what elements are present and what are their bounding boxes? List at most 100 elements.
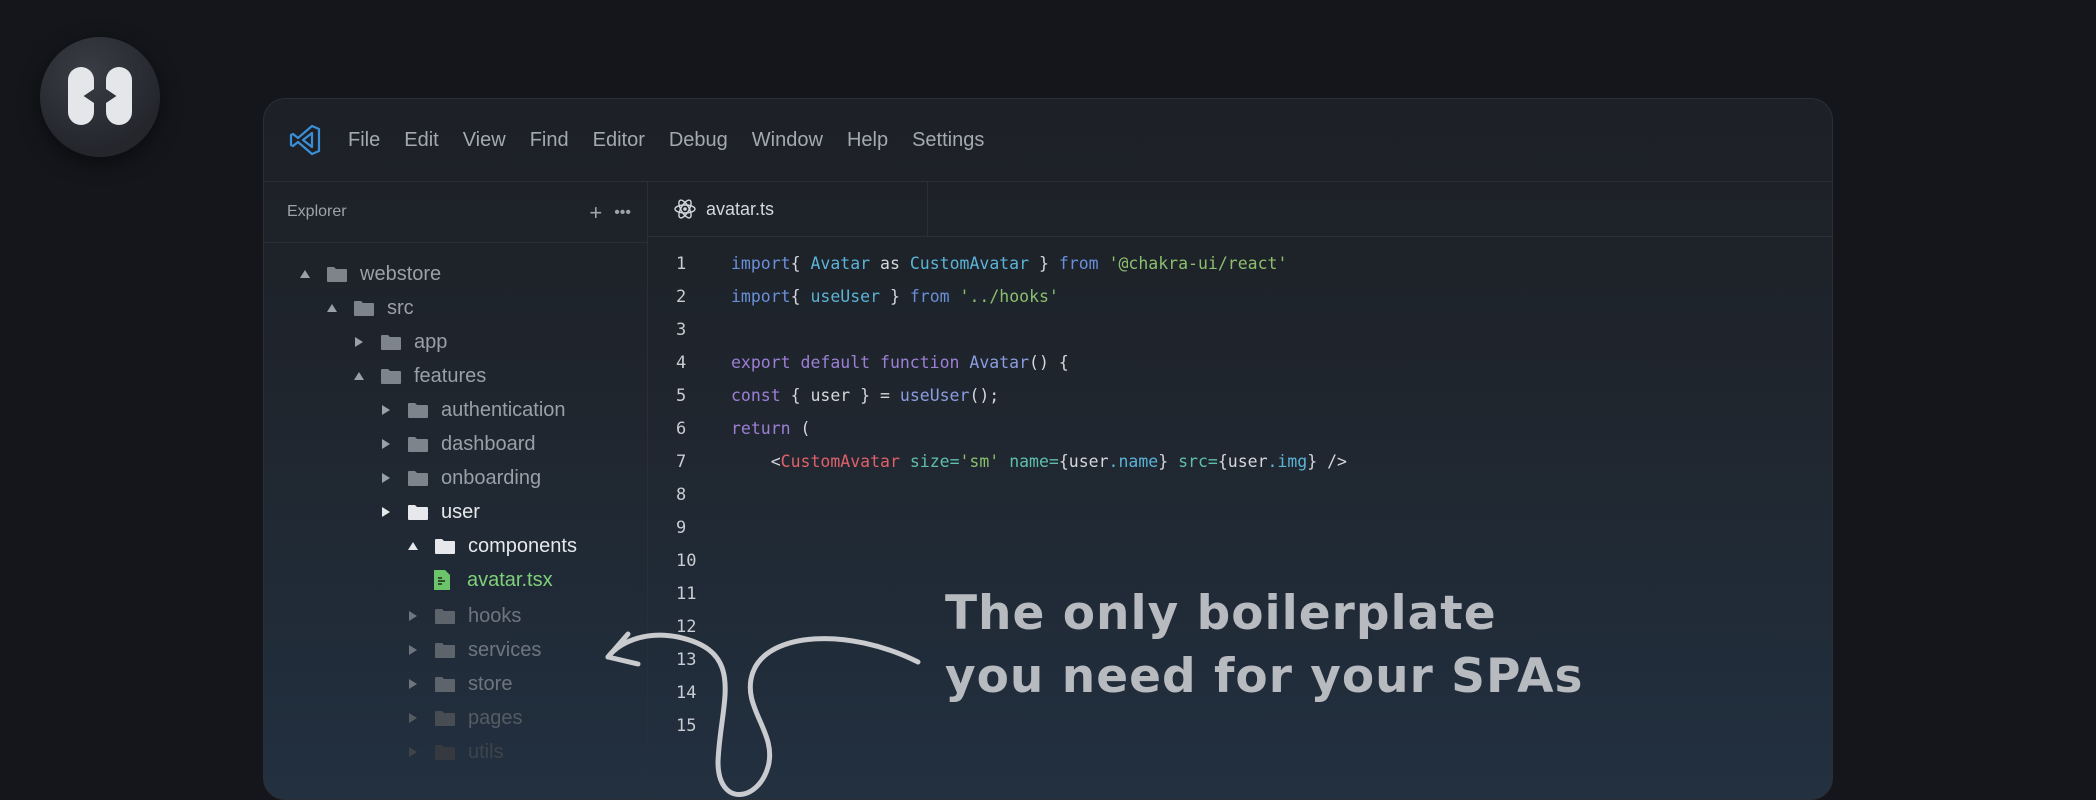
- tree-folder[interactable]: app: [352, 327, 447, 357]
- code-token: {: [790, 287, 811, 306]
- tree-item-label: utils: [468, 740, 504, 763]
- line-number: 9: [676, 518, 687, 538]
- code-token: .img: [1267, 452, 1308, 471]
- code-token: import: [731, 254, 791, 273]
- tree-folder[interactable]: store: [406, 669, 512, 699]
- code-token: }: [1158, 452, 1179, 471]
- collapsed-arrow-icon[interactable]: [406, 677, 420, 691]
- code-token: size=: [909, 452, 960, 471]
- tree-folder[interactable]: utils: [406, 737, 504, 767]
- logo-left-shape: [68, 67, 94, 125]
- tab-bar: avatar.ts: [648, 182, 1832, 237]
- code-token: useUser: [810, 287, 881, 306]
- folder-icon: [408, 470, 428, 486]
- menu-file[interactable]: File: [348, 129, 380, 152]
- tree-item-label: dashboard: [441, 432, 536, 455]
- code-line: export default function Avatar() {: [731, 353, 1069, 372]
- menu-window[interactable]: Window: [752, 129, 823, 152]
- menu-find[interactable]: Find: [530, 129, 569, 152]
- code-token: }: [880, 287, 910, 306]
- tab-avatar[interactable]: avatar.ts: [648, 182, 928, 236]
- tree-folder[interactable]: pages: [406, 703, 523, 733]
- collapsed-arrow-icon[interactable]: [406, 643, 420, 657]
- folder-icon: [435, 608, 455, 624]
- tree-item-label: webstore: [360, 262, 442, 285]
- folder-icon: [381, 368, 401, 384]
- line-number: 2: [676, 287, 687, 307]
- logo-right-shape: [106, 67, 132, 125]
- collapsed-arrow-icon[interactable]: [379, 471, 393, 485]
- tree-folder[interactable]: services: [406, 635, 541, 665]
- line-number: 1: [676, 254, 687, 274]
- tree-folder[interactable]: features: [352, 361, 486, 391]
- code-token: {user: [1058, 452, 1109, 471]
- tree-item-label: onboarding: [441, 466, 542, 489]
- expanded-arrow-icon[interactable]: [406, 539, 420, 553]
- tree-folder[interactable]: dashboard: [379, 429, 536, 459]
- collapsed-arrow-icon[interactable]: [379, 437, 393, 451]
- folder-icon: [408, 504, 428, 520]
- folder-icon: [354, 300, 374, 316]
- folder-icon: [408, 402, 428, 418]
- tree-item-label: app: [414, 330, 448, 353]
- tree-item-label: features: [414, 364, 487, 387]
- vscode-icon: [289, 124, 321, 156]
- tree-folder[interactable]: components: [406, 531, 577, 561]
- tree-folder[interactable]: user: [379, 497, 480, 527]
- tree-item-label: avatar.tsx: [467, 568, 553, 591]
- line-number: 7: [676, 452, 687, 472]
- expanded-arrow-icon[interactable]: [352, 369, 366, 383]
- expanded-arrow-icon[interactable]: [298, 267, 312, 281]
- tagline-line-1: The only boilerplate: [945, 586, 1497, 641]
- collapsed-arrow-icon[interactable]: [379, 403, 393, 417]
- code-token: '../hooks': [959, 287, 1059, 306]
- hand-drawn-arrow-icon: [605, 631, 921, 797]
- tree-folder[interactable]: webstore: [298, 259, 441, 289]
- menu-bar: File Edit View Find Editor Debug Window …: [264, 99, 1832, 182]
- menu-edit[interactable]: Edit: [404, 129, 438, 152]
- code-token: (: [790, 419, 811, 438]
- code-token: {: [790, 254, 811, 273]
- menu-debug[interactable]: Debug: [669, 129, 728, 152]
- collapsed-arrow-icon[interactable]: [352, 335, 366, 349]
- code-token: Avatar: [969, 353, 1030, 372]
- tree-file[interactable]: avatar.tsx: [433, 565, 553, 595]
- collapsed-arrow-icon[interactable]: [406, 609, 420, 623]
- code-token: as: [870, 254, 910, 273]
- tree-item-label: authentication: [441, 398, 566, 421]
- line-number: 10: [676, 551, 697, 571]
- react-icon: [674, 199, 696, 219]
- menu-settings[interactable]: Settings: [912, 129, 984, 152]
- code-token: .name: [1108, 452, 1159, 471]
- tree-item-label: store: [468, 672, 513, 695]
- new-file-icon[interactable]: +: [589, 200, 602, 226]
- folder-icon: [435, 744, 455, 760]
- expanded-arrow-icon[interactable]: [325, 301, 339, 315]
- tagline-line-2: you need for your SPAs: [945, 649, 1584, 704]
- tree-folder[interactable]: onboarding: [379, 463, 541, 493]
- line-number: 3: [676, 320, 687, 340]
- tree-item-label: src: [387, 296, 414, 319]
- line-number: 6: [676, 419, 687, 439]
- tree-folder[interactable]: hooks: [406, 601, 521, 631]
- code-token: from: [1058, 254, 1099, 273]
- more-options-icon[interactable]: •••: [614, 200, 631, 226]
- menu-help[interactable]: Help: [847, 129, 888, 152]
- tree-item-label: user: [441, 500, 480, 523]
- tree-folder[interactable]: src: [325, 293, 414, 323]
- menu-editor[interactable]: Editor: [593, 129, 645, 152]
- code-token: CustomAvatar: [780, 452, 900, 471]
- code-token: } />: [1307, 452, 1347, 471]
- collapsed-arrow-icon[interactable]: [379, 505, 393, 519]
- folder-icon: [381, 334, 401, 350]
- tree-folder[interactable]: authentication: [379, 395, 566, 425]
- folder-icon: [435, 642, 455, 658]
- collapsed-arrow-icon[interactable]: [406, 711, 420, 725]
- folder-icon: [435, 676, 455, 692]
- code-token: }: [1029, 254, 1059, 273]
- menu-view[interactable]: View: [463, 129, 506, 152]
- code-line: import{ useUser } from '../hooks': [731, 287, 1059, 306]
- code-token: src=: [1178, 452, 1218, 471]
